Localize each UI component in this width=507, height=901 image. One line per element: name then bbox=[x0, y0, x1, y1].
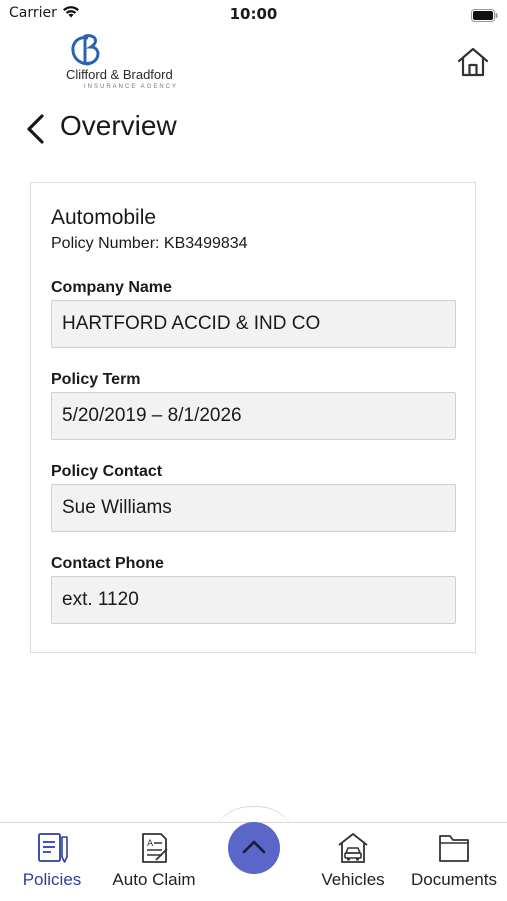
clock: 10:00 bbox=[229, 5, 278, 23]
contact-phone-label: Contact Phone bbox=[51, 555, 164, 572]
company-logo: Clifford & Bradford INSURANCE AGENCY bbox=[66, 33, 200, 93]
home-button[interactable] bbox=[456, 46, 490, 78]
company-name-field: HARTFORD ACCID & IND CO bbox=[51, 300, 456, 348]
tab-policies[interactable]: Policies bbox=[10, 823, 94, 901]
policy-number: Policy Number: KB3499834 bbox=[51, 235, 248, 252]
tab-label: Auto Claim bbox=[112, 870, 196, 889]
documents-icon bbox=[439, 835, 469, 862]
policy-term-field: 5/20/2019 – 8/1/2026 bbox=[51, 392, 456, 440]
company-name-label: Company Name bbox=[51, 279, 172, 296]
policy-term-label: Policy Term bbox=[51, 371, 141, 388]
policy-contact-label: Policy Contact bbox=[51, 463, 163, 480]
policies-icon bbox=[38, 833, 68, 863]
chevron-left-icon bbox=[27, 114, 44, 144]
status-bar: Carrier 10:00 bbox=[0, 0, 507, 28]
back-button[interactable] bbox=[24, 112, 48, 146]
tab-vehicles[interactable]: Vehicles bbox=[312, 823, 394, 901]
logo-subtitle: INSURANCE AGENCY bbox=[84, 84, 179, 90]
policy-card: Automobile Policy Number: KB3499834 Comp… bbox=[30, 182, 476, 653]
logo-name: Clifford & Bradford bbox=[66, 67, 173, 82]
tab-label: Vehicles bbox=[321, 870, 385, 889]
page-title: Overview bbox=[60, 110, 177, 141]
tab-label: Policies bbox=[22, 870, 82, 889]
policy-type: Automobile bbox=[51, 206, 157, 229]
battery-icon bbox=[471, 7, 498, 22]
vehicles-icon bbox=[338, 833, 368, 863]
logo-monogram-icon bbox=[71, 34, 100, 66]
home-icon bbox=[457, 47, 489, 77]
auto-claim-icon: A bbox=[142, 833, 168, 863]
tab-documents[interactable]: Documents bbox=[404, 823, 504, 901]
expand-menu-button[interactable] bbox=[228, 822, 280, 874]
contact-phone-field[interactable]: ext. 1120 bbox=[51, 576, 456, 624]
policy-contact-field: Sue Williams bbox=[51, 484, 456, 532]
chevron-up-icon bbox=[242, 840, 266, 854]
tab-label: Documents bbox=[411, 870, 497, 889]
svg-text:A: A bbox=[147, 839, 154, 849]
tab-auto-claim[interactable]: A Auto Claim bbox=[104, 823, 204, 901]
